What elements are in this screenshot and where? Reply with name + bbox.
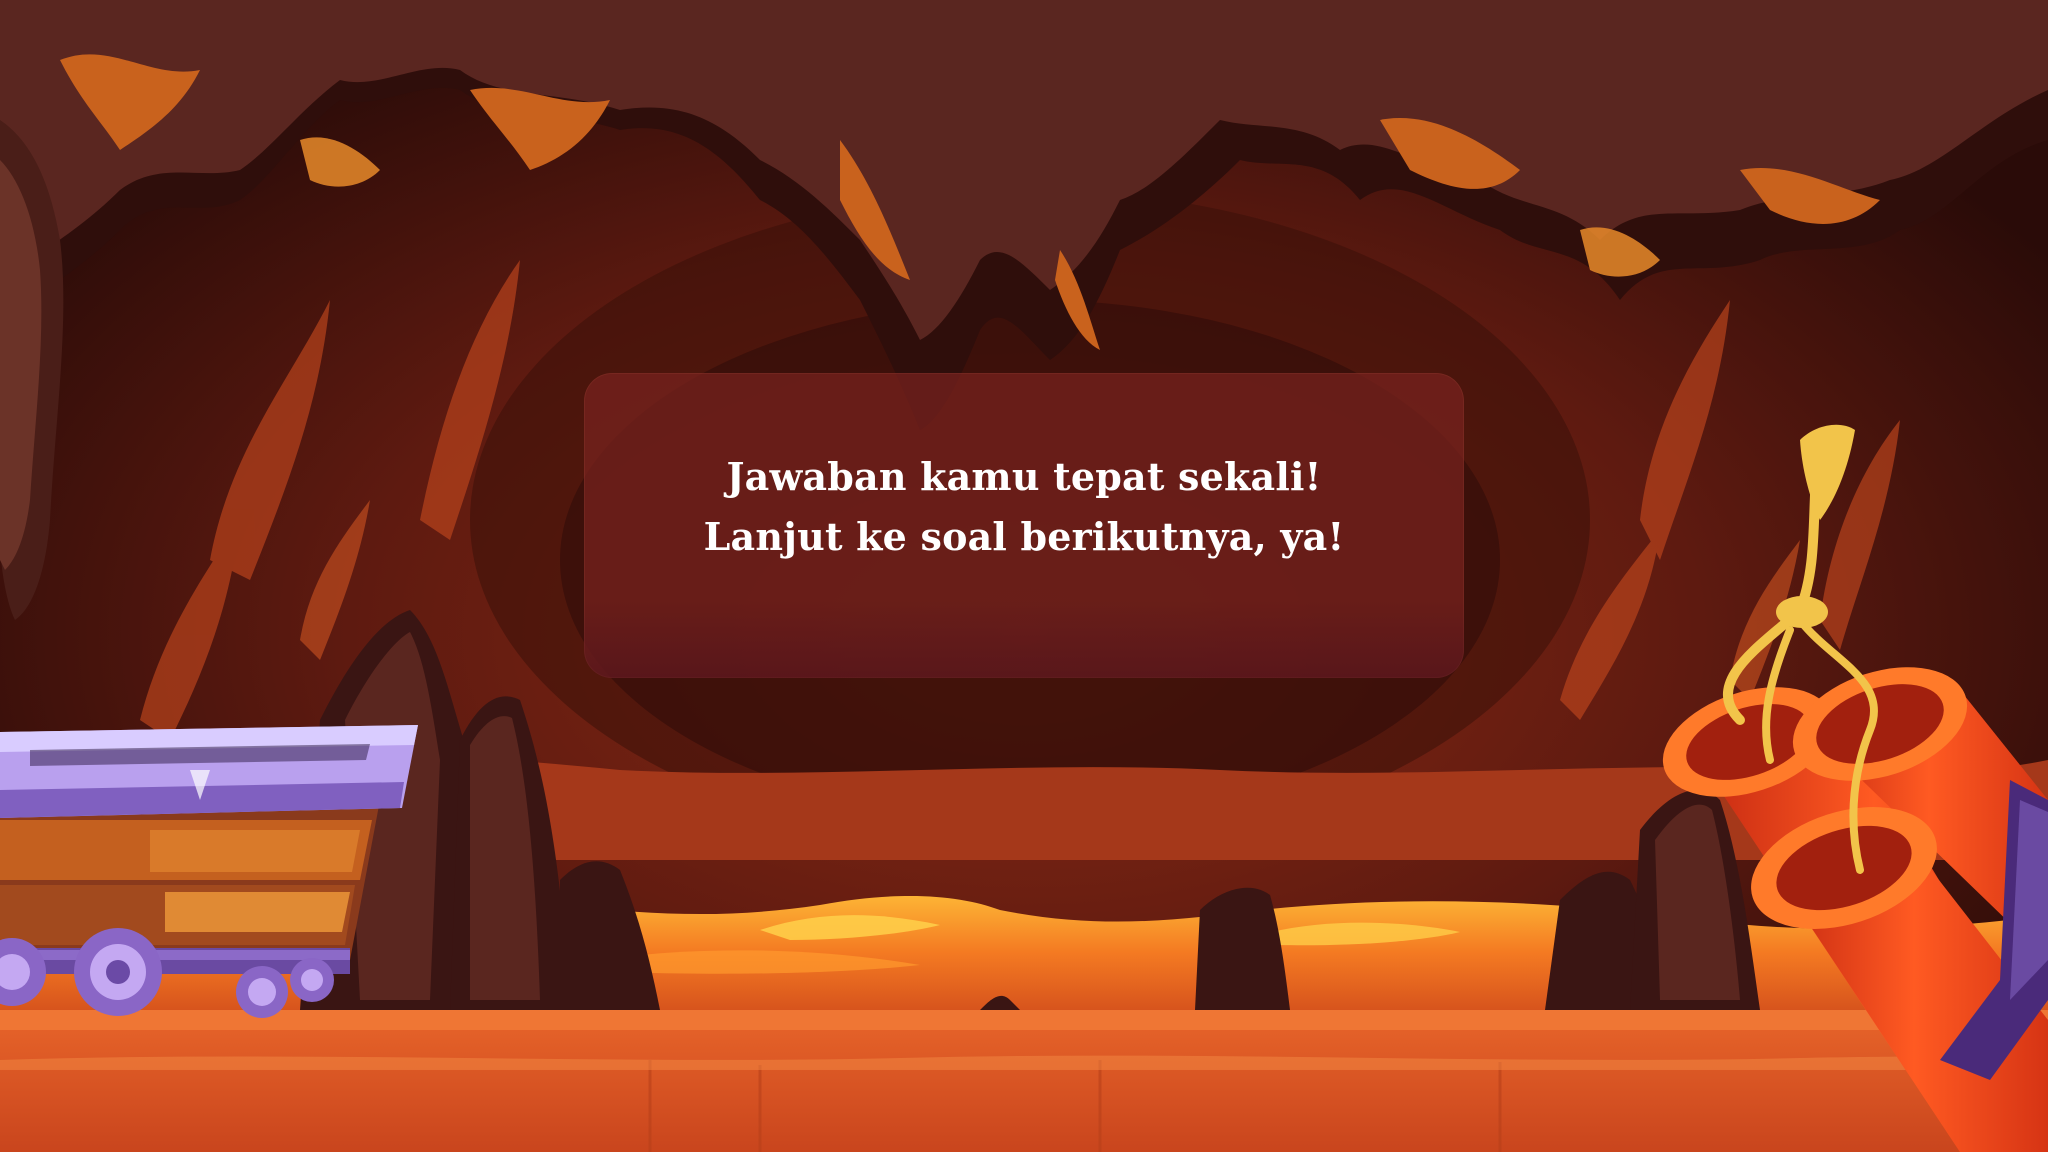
feedback-dialog: Jawaban kamu tepat sekali! Lanjut ke soa… <box>584 373 1464 678</box>
feedback-message-line2: Lanjut ke soal berikutnya, ya! <box>703 514 1345 559</box>
game-scene: Jawaban kamu tepat sekali! Lanjut ke soa… <box>0 0 2048 1152</box>
dialog-sheen <box>584 600 1464 678</box>
feedback-message-line1: Jawaban kamu tepat sekali! <box>726 454 1322 499</box>
